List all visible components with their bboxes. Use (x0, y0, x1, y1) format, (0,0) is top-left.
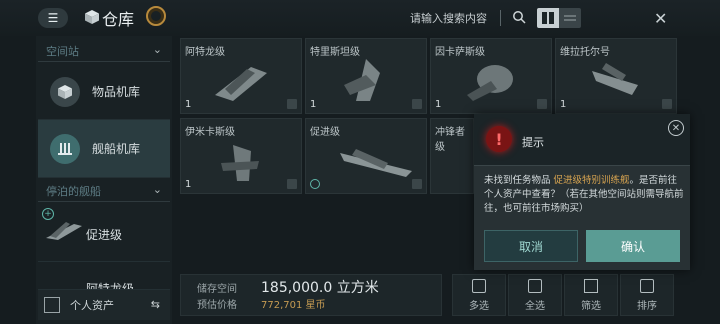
sort-icon (640, 278, 654, 293)
menu-button[interactable]: ☰ (38, 8, 68, 28)
more-icon[interactable] (287, 99, 297, 109)
section-label: 空间站 (46, 44, 79, 58)
ship-image (467, 65, 513, 101)
sidebar-section-docked-ships[interactable]: 停泊的舰船 ⌄ (38, 180, 170, 202)
cube-icon (85, 10, 99, 24)
list-view-button[interactable] (559, 8, 581, 28)
prompt-dialog: ! 提示 ✕ 未找到任务物品 促进级特别训练舰。是否前往个人资产中查看？（若在其… (474, 114, 690, 270)
chevron-down-icon: ⌄ (152, 183, 162, 196)
multi-select-button[interactable]: 多选 (452, 274, 506, 316)
select-all-icon (528, 278, 542, 293)
grid-view-icon (542, 12, 554, 24)
ship-icon (46, 222, 82, 240)
ship-image (344, 59, 380, 101)
ship-card[interactable]: 因卡萨斯级 1 (430, 38, 552, 114)
sidebar-item-label: 阿特龙级 (86, 282, 135, 290)
sidebar-item-label: 舰船机库 (92, 142, 141, 156)
dialog-message: 未找到任务物品 促进级特别训练舰。是否前往个人资产中查看？（若在其他空间站则需导… (484, 174, 684, 216)
ship-image (340, 149, 412, 177)
sort-button[interactable]: 排序 (620, 274, 674, 316)
sidebar: 空间站 ⌄ 物品机库 舰船机库 停泊的舰船 ⌄ + 促进级 阿特龙级 (36, 36, 172, 324)
list-view-icon (564, 15, 576, 21)
filter-label: 筛选 (581, 300, 601, 312)
ship-image (592, 63, 638, 95)
personal-assets-label: 个人资产 (70, 299, 114, 312)
search-icon[interactable] (512, 10, 526, 24)
more-icon[interactable] (537, 99, 547, 109)
confirm-button[interactable]: 确认 (586, 230, 680, 262)
dialog-title: 提示 (522, 136, 544, 149)
ship-card[interactable]: 促进级 (305, 118, 427, 194)
price-value: 772,701 星币 (261, 300, 326, 311)
multi-select-label: 多选 (469, 300, 489, 312)
ship-card[interactable]: 阿特龙级 1 (180, 38, 302, 114)
storage-stats: 储存空间 185,000.0 立方米 预估价格 772,701 星币 (180, 274, 442, 316)
sidebar-section-station[interactable]: 空间站 ⌄ (38, 40, 170, 62)
sidebar-ship-item[interactable]: + 促进级 (38, 204, 170, 262)
cancel-button[interactable]: 取消 (484, 230, 578, 262)
ship-image (215, 67, 267, 101)
more-icon[interactable] (412, 99, 422, 109)
storage-label: 储存空间 (197, 284, 237, 295)
section-label: 停泊的舰船 (46, 184, 101, 198)
menu-icon: ☰ (47, 11, 59, 25)
ship-name: 冲锋者级 (435, 127, 465, 153)
ship-card[interactable]: 维拉托尔号 1 (555, 38, 677, 114)
close-icon[interactable]: ✕ (654, 9, 667, 28)
filter-icon (584, 278, 598, 293)
grid-view-button[interactable] (537, 8, 559, 28)
filter-button[interactable]: 筛选 (564, 274, 618, 316)
ship-quantity: 1 (560, 99, 567, 110)
sidebar-item-label: 物品机库 (92, 85, 141, 99)
checkbox-icon (472, 278, 486, 293)
sidebar-ship-item[interactable]: 阿特龙级 (38, 264, 170, 290)
close-icon[interactable]: ✕ (668, 120, 684, 136)
alert-icon: ! (486, 126, 512, 152)
top-bar: ☰ 仓库 ✕ (0, 0, 720, 36)
more-icon[interactable] (412, 179, 422, 189)
ship-hangar-icon (50, 133, 80, 164)
price-label: 预估价格 (197, 300, 237, 311)
emblem-icon (146, 6, 166, 26)
ship-card[interactable]: 伊米卡斯级 1 (180, 118, 302, 194)
swap-icon: ⇆ (150, 298, 160, 311)
select-all-button[interactable]: 全选 (508, 274, 562, 316)
more-icon[interactable] (287, 179, 297, 189)
ship-quantity: 1 (185, 179, 192, 190)
sort-label: 排序 (637, 300, 657, 312)
ship-card[interactable]: 冲锋者级 (430, 118, 474, 194)
message-highlight: 促进级特别训练舰 (553, 175, 630, 186)
sidebar-item-ship-hangar[interactable]: 舰船机库 (38, 120, 170, 178)
assets-icon (44, 297, 60, 313)
ship-card[interactable]: 特里斯坦级 1 (305, 38, 427, 114)
search-divider (500, 10, 501, 26)
chevron-down-icon: ⌄ (152, 43, 162, 56)
storage-value: 185,000.0 立方米 (261, 280, 379, 296)
more-icon[interactable] (662, 99, 672, 109)
message-text: 未找到任务物品 (484, 175, 554, 186)
search-input[interactable] (404, 7, 504, 29)
sidebar-item-item-hangar[interactable]: 物品机库 (38, 64, 170, 120)
sidebar-item-label: 促进级 (86, 228, 123, 242)
ship-image (221, 145, 259, 181)
box-icon (50, 76, 80, 107)
ship-quantity: 1 (185, 99, 192, 110)
ship-quantity: 1 (435, 99, 442, 110)
add-icon[interactable] (310, 179, 320, 189)
page-title: 仓库 (102, 10, 135, 29)
view-toggle (537, 8, 581, 28)
select-all-label: 全选 (525, 300, 545, 312)
personal-assets-button[interactable]: 个人资产 ⇆ (38, 290, 170, 320)
ship-quantity: 1 (310, 99, 317, 110)
